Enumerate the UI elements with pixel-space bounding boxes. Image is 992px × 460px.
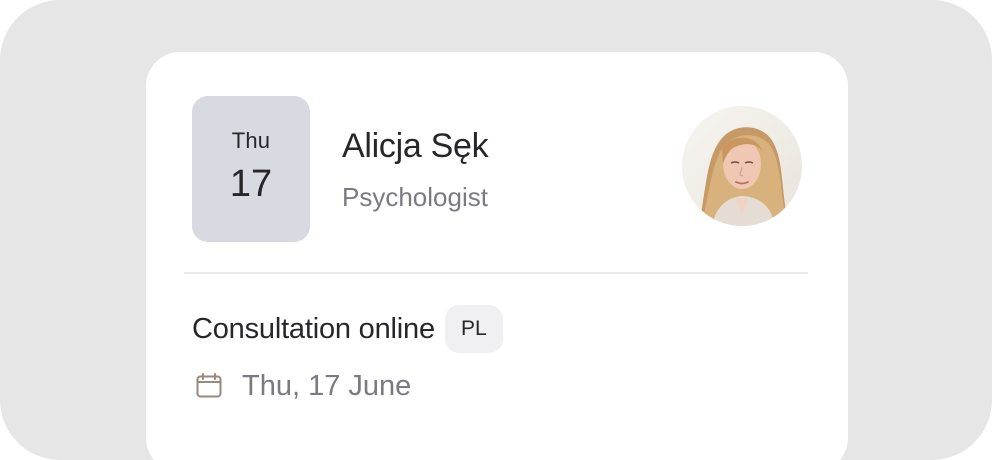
date-number: 17	[229, 163, 273, 205]
calendar-icon	[192, 369, 226, 403]
consultation-title-row: Consultation online PL	[192, 304, 503, 354]
specialist-name: Alicja Sęk	[342, 127, 489, 165]
date-tile: Thu 17	[192, 96, 310, 242]
language-badge: PL	[444, 305, 503, 353]
consultation-title: Consultation online	[192, 313, 435, 345]
avatar	[682, 106, 802, 226]
specialist-role: Psychologist	[342, 182, 488, 212]
consultation-date-row: Thu, 17 June	[192, 366, 411, 406]
appointment-card[interactable]: Thu 17 Alicja Sęk Psychologist Consultat…	[146, 52, 848, 460]
date-day: Thu	[231, 128, 271, 153]
page-background: Thu 17 Alicja Sęk Psychologist Consultat…	[0, 0, 992, 460]
section-divider	[184, 272, 808, 274]
consultation-date: Thu, 17 June	[242, 370, 412, 402]
